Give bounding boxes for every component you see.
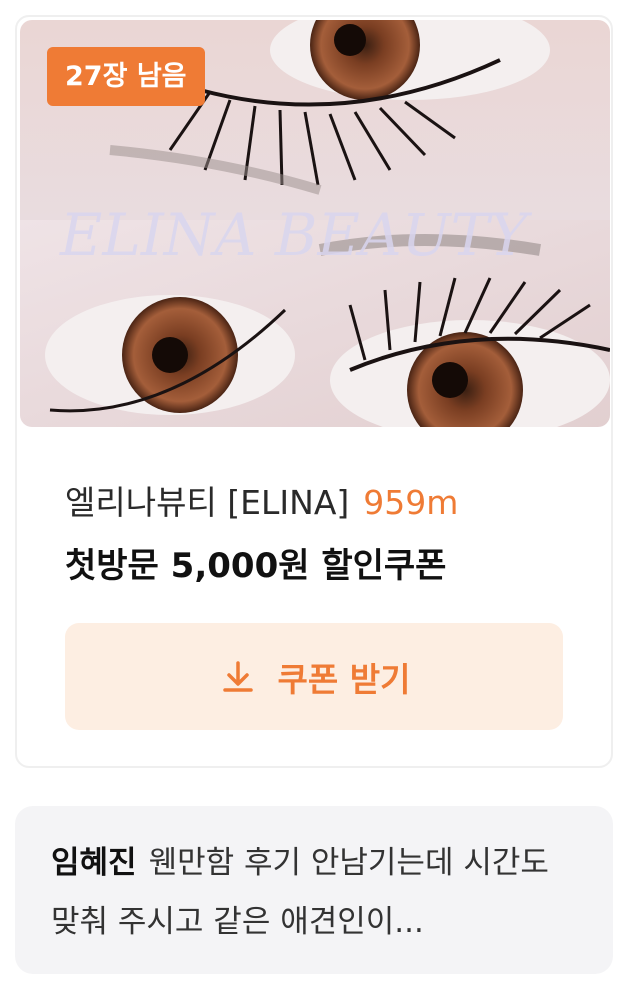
get-coupon-label: 쿠폰 받기 xyxy=(277,659,411,699)
download-icon xyxy=(222,660,253,692)
watermark-text: ELINA BEAUTY xyxy=(59,201,532,269)
coupon-title: 첫방문 5,000원 할인쿠폰 xyxy=(65,546,447,586)
review-author: 임혜진 xyxy=(51,845,137,881)
review-text-block: 임혜진 웬만함 후기 안남기는데 시간도 맞춰 주시고 같은 애견인이... xyxy=(51,834,577,952)
shop-name: 엘리나뷰티 [ELINA] xyxy=(65,483,350,522)
shop-info: 엘리나뷰티 [ELINA] 959m xyxy=(65,476,458,524)
remaining-count-badge: 27장 남음 xyxy=(47,47,205,106)
shop-distance: 959m xyxy=(363,483,459,522)
coupon-card[interactable]: ELINA BEAUTY 27장 남음 엘리나뷰티 [ELINA] 959m 첫방… xyxy=(15,15,613,768)
get-coupon-button[interactable]: 쿠폰 받기 xyxy=(65,623,563,730)
review-preview[interactable]: 임혜진 웬만함 후기 안남기는데 시간도 맞춰 주시고 같은 애견인이... xyxy=(15,806,613,974)
